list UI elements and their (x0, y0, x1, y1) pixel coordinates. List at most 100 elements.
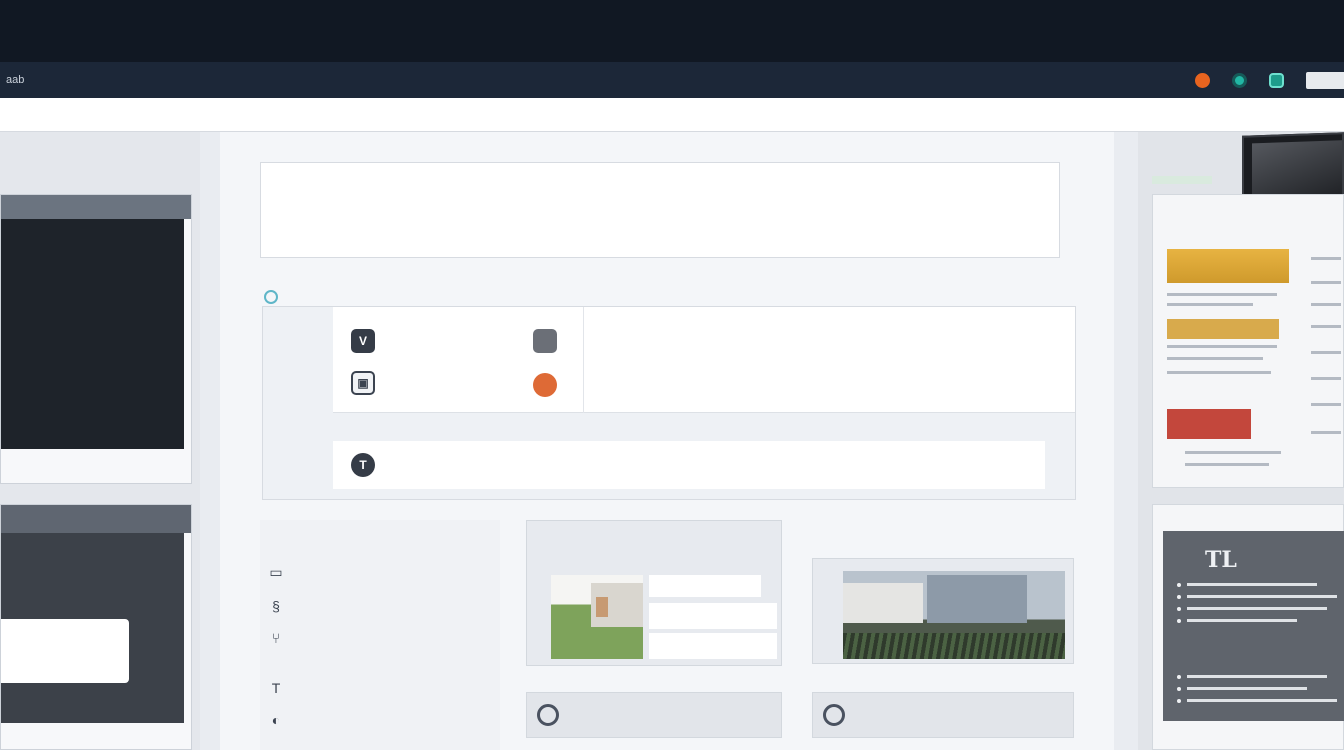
media-card[interactable] (812, 558, 1074, 664)
highlight-text (1167, 409, 1251, 419)
bullet (1177, 607, 1181, 611)
feature-item[interactable]: ▣ (351, 371, 387, 395)
document-line (1167, 357, 1263, 360)
chip-icon[interactable] (1269, 72, 1284, 88)
highlight-text (1167, 319, 1279, 329)
highlight-text (1167, 249, 1289, 259)
list-item[interactable]: § (266, 596, 348, 616)
terminal-titlebar (1, 195, 191, 219)
chat-icon (823, 704, 845, 726)
globe-icon[interactable] (1232, 72, 1247, 88)
notes-body: TL (1163, 531, 1344, 721)
feature-item[interactable]: V (351, 329, 393, 353)
thumbnail-board (596, 597, 608, 617)
list-item[interactable]: ▭ (266, 562, 348, 582)
left-panel-input[interactable] (1, 619, 129, 683)
title-bar-icons (1195, 62, 1344, 98)
refresh-icon (264, 290, 278, 304)
thumbnail-grass (843, 633, 1065, 659)
notes-line (1187, 619, 1297, 622)
list-item[interactable]: T (266, 678, 348, 698)
terminal-panel[interactable] (0, 194, 192, 484)
features-header (264, 290, 284, 304)
status-strip (1152, 176, 1212, 184)
document-line (1167, 371, 1271, 374)
media-card[interactable] (526, 520, 782, 666)
title-bar: aab (0, 62, 1344, 98)
notes-line (1187, 687, 1307, 690)
bullet (1177, 619, 1181, 623)
chat-icon (537, 704, 559, 726)
media-field[interactable] (649, 633, 777, 659)
highlight-red (1167, 409, 1251, 439)
notes-preview[interactable]: TL (1152, 504, 1344, 750)
document-line (1167, 293, 1277, 296)
left-sidebar (0, 132, 200, 750)
list-item[interactable]: ◐ (266, 710, 348, 730)
bullet (1177, 699, 1181, 703)
t-icon: T (271, 680, 281, 696)
left-settings-panel[interactable] (0, 504, 192, 750)
notes-line (1187, 595, 1337, 598)
info-column (839, 177, 1099, 185)
feature-item[interactable]: T (351, 453, 391, 477)
notes-line (1187, 699, 1337, 702)
media-field[interactable] (649, 603, 777, 629)
left-panel-titlebar (1, 505, 191, 533)
info-column (291, 177, 551, 185)
t-icon: T (351, 453, 375, 477)
document-line (1185, 451, 1281, 454)
thumbnail-building (927, 575, 1027, 623)
record-icon[interactable] (1195, 72, 1210, 88)
fork-icon: ⑂ (271, 630, 281, 646)
document-line (1167, 345, 1277, 348)
document-line (1311, 257, 1341, 260)
properties-list: ▭ § ⑂ T ◐ (260, 520, 500, 750)
right-sidebar: TL (1138, 132, 1344, 750)
thumbnail-building (843, 583, 923, 623)
main-content: V ▣ T ▭ § ⑂ T ◐ (220, 132, 1114, 750)
info-box (260, 162, 1060, 258)
toolbar-strip (0, 98, 1344, 132)
document-line (1185, 463, 1269, 466)
document-preview[interactable] (1152, 194, 1344, 488)
notes-line (1187, 607, 1327, 610)
search-field[interactable] (1306, 71, 1344, 89)
document-line (1311, 303, 1341, 306)
notes-line (1187, 675, 1327, 678)
document-line (1311, 281, 1341, 284)
feature-description (533, 329, 579, 353)
card-icon: ▭ (269, 564, 283, 580)
badge-icon (533, 329, 557, 353)
bullet (1177, 583, 1181, 587)
terminal-body[interactable] (1, 219, 184, 449)
media-field[interactable] (649, 575, 761, 597)
document-line (1311, 351, 1341, 354)
document-line (1311, 431, 1341, 434)
app-title: aab (6, 74, 25, 86)
city-thumbnail[interactable] (843, 571, 1065, 659)
document-line (1311, 403, 1341, 406)
features-top-card: V ▣ (333, 307, 1075, 413)
bullet (1177, 675, 1181, 679)
bullet (1177, 595, 1181, 599)
notes-line (1187, 583, 1317, 586)
desktop-background (0, 0, 1344, 62)
notes-heading: TL (1205, 547, 1237, 573)
s-icon: § (272, 598, 280, 614)
info-column (567, 177, 827, 185)
document-line (1167, 303, 1253, 306)
list-item[interactable]: ⑂ (266, 628, 348, 648)
highlight-yellow (1167, 319, 1279, 339)
chat-widget[interactable] (526, 692, 782, 738)
chat-widget[interactable] (812, 692, 1074, 738)
garden-thumbnail[interactable] (551, 575, 643, 659)
